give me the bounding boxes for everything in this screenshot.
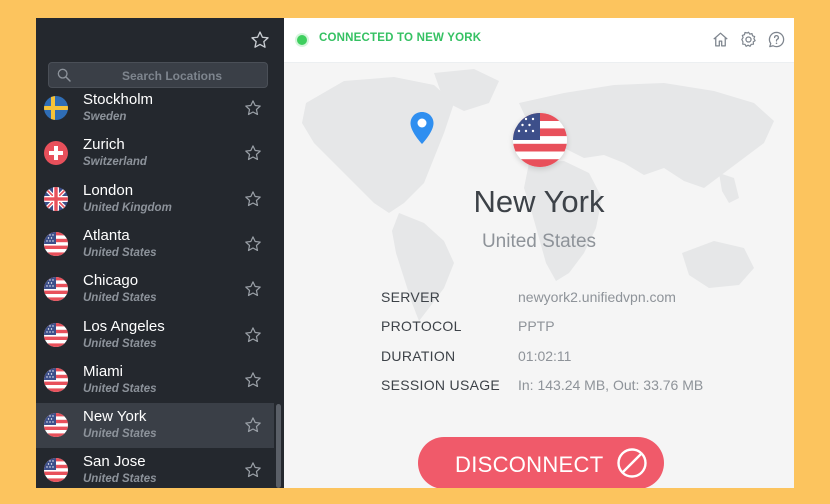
location-city: Zurich — [83, 136, 125, 154]
location-city: Atlanta — [83, 226, 130, 244]
location-item-zurich[interactable]: Zurich Switzerland — [36, 131, 274, 176]
location-city: Miami — [83, 362, 123, 380]
detail-label: SESSION USAGE — [381, 377, 501, 393]
location-item-miami[interactable]: Miami United States — [36, 358, 274, 403]
location-city: London — [83, 181, 134, 199]
detail-label: DURATION — [381, 348, 456, 364]
detail-value: PPTP — [518, 318, 555, 334]
favorite-star-icon[interactable] — [244, 416, 262, 434]
favorite-star-icon[interactable] — [244, 99, 262, 117]
location-item-london[interactable]: London United Kingdom — [36, 177, 274, 222]
favorite-star-icon[interactable] — [244, 144, 262, 162]
disconnect-label: DISCONNECT — [455, 452, 604, 477]
search-input[interactable] — [77, 65, 267, 87]
location-country: Switzerland — [83, 156, 147, 169]
favorite-star-icon[interactable] — [244, 461, 262, 479]
us-flag-icon — [44, 231, 68, 256]
location-city: Los Angeles — [83, 317, 165, 335]
detail-row-session-usage: SESSION USAGE In: 143.24 MB, Out: 33.76 … — [381, 377, 781, 399]
location-item-san-jose[interactable]: San Jose United States — [36, 448, 274, 488]
favorite-star-icon[interactable] — [244, 280, 262, 298]
scrollbar-thumb[interactable] — [276, 404, 281, 488]
detail-value: newyork2.unifiedvpn.com — [518, 289, 676, 305]
favorite-star-icon[interactable] — [244, 235, 262, 253]
detail-label: SERVER — [381, 289, 441, 305]
location-country: United States — [83, 382, 157, 395]
favorites-star-icon[interactable] — [250, 30, 270, 50]
connected-city: New York — [473, 184, 605, 219]
locations-sidebar: Stockholm Sweden Zurich Switzerland London Un… — [36, 18, 284, 488]
location-city: Chicago — [83, 272, 139, 290]
location-pin-icon — [410, 112, 434, 144]
disconnect-icon — [617, 448, 647, 478]
uk-flag-icon — [44, 186, 68, 211]
location-city: San Jose — [83, 453, 146, 471]
location-country: United States — [83, 246, 157, 259]
switzerland-flag-icon — [44, 141, 68, 166]
us-flag-icon — [44, 413, 68, 438]
detail-value: In: 143.24 MB, Out: 33.76 MB — [518, 377, 704, 393]
connected-country-flag — [513, 113, 567, 167]
location-country: Sweden — [83, 111, 127, 123]
detail-value: 01:02:11 — [518, 348, 572, 364]
sidebar-header — [36, 18, 284, 62]
location-item-atlanta[interactable]: Atlanta United States — [36, 222, 274, 267]
detail-row-duration: DURATION 01:02:11 — [381, 348, 781, 370]
connection-status: CONNECTED TO NEW YORK — [319, 32, 482, 44]
location-country: United Kingdom — [83, 201, 172, 214]
top-bar: CONNECTED TO NEW YORK — [284, 18, 794, 63]
location-item-chicago[interactable]: Chicago United States — [36, 267, 274, 312]
favorite-star-icon[interactable] — [244, 190, 262, 208]
connected-status-dot — [297, 35, 307, 45]
search-box — [48, 62, 268, 88]
location-item-los-angeles[interactable]: Los Angeles United States — [36, 313, 274, 358]
detail-label: PROTOCOL — [381, 318, 462, 334]
location-country: United States — [83, 292, 157, 305]
us-flag-icon — [44, 458, 68, 483]
disconnect-button[interactable]: DISCONNECT — [418, 437, 664, 488]
location-item-new-york[interactable]: New York United States — [36, 403, 274, 449]
connection-panel: CONNECTED TO NEW YORK New York United St… — [284, 18, 794, 488]
favorite-star-icon[interactable] — [244, 371, 262, 389]
us-flag-icon — [44, 322, 68, 347]
location-city: New York — [83, 408, 147, 426]
location-country: United States — [83, 337, 157, 350]
location-country: United States — [83, 473, 157, 486]
detail-row-server: SERVER newyork2.unifiedvpn.com — [381, 289, 781, 311]
home-icon[interactable] — [711, 30, 730, 49]
gear-icon[interactable] — [739, 30, 758, 49]
detail-row-protocol: PROTOCOL PPTP — [381, 318, 781, 340]
search-icon — [57, 68, 71, 82]
help-icon[interactable] — [767, 30, 786, 49]
location-country: United States — [83, 428, 157, 441]
sweden-flag-icon — [44, 96, 68, 120]
location-item-stockholm[interactable]: Stockholm Sweden — [36, 86, 274, 131]
us-flag-icon — [44, 277, 68, 302]
favorite-star-icon[interactable] — [244, 326, 262, 344]
us-flag-icon — [44, 367, 68, 392]
location-city: Stockholm — [83, 91, 154, 108]
connected-country: United States — [481, 231, 597, 252]
vpn-app-window: Stockholm Sweden Zurich Switzerland London Un… — [36, 18, 794, 488]
